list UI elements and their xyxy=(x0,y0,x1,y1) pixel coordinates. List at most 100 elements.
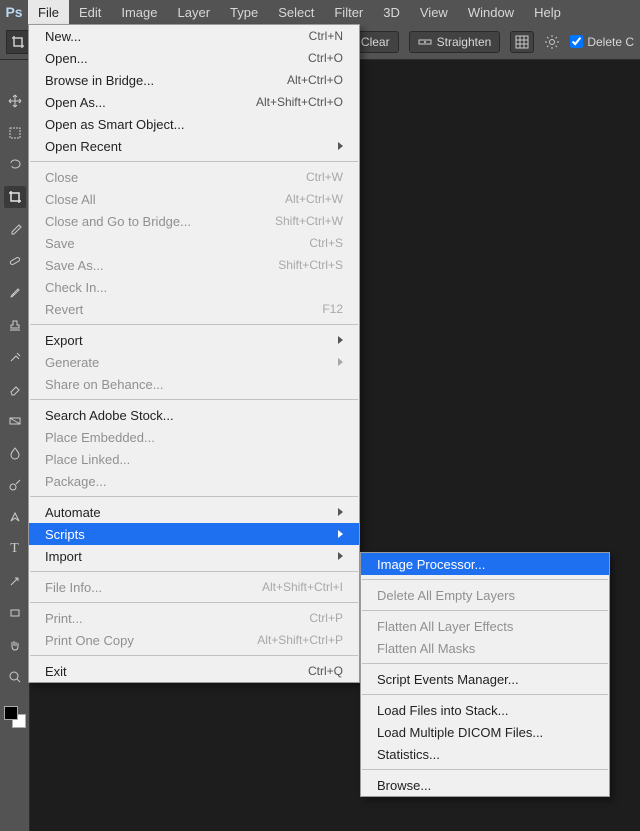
file-menu-item-new[interactable]: New...Ctrl+N xyxy=(29,25,359,47)
path-tool[interactable] xyxy=(4,570,26,592)
eyedropper-tool[interactable] xyxy=(4,218,26,240)
menubar-item-file[interactable]: File xyxy=(28,0,69,24)
menu-item-shortcut: Alt+Shift+Ctrl+P xyxy=(257,633,343,647)
marquee-tool[interactable] xyxy=(4,122,26,144)
menubar-item-image[interactable]: Image xyxy=(111,0,167,24)
menu-item-label: Check In... xyxy=(45,280,107,295)
file-menu-item-search-adobe-stock[interactable]: Search Adobe Stock... xyxy=(29,404,359,426)
menu-item-label: Flatten All Layer Effects xyxy=(377,619,513,634)
eraser-tool[interactable] xyxy=(4,378,26,400)
scripts-menu-item-load-multiple-dicom-files[interactable]: Load Multiple DICOM Files... xyxy=(361,721,609,743)
file-menu-item-open-as-smart-object[interactable]: Open as Smart Object... xyxy=(29,113,359,135)
menu-item-label: Flatten All Masks xyxy=(377,641,475,656)
submenu-arrow-icon xyxy=(338,508,343,516)
file-menu-item-exit[interactable]: Exit Ctrl+Q xyxy=(29,660,359,682)
file-menu-item-import[interactable]: Import xyxy=(29,545,359,567)
lasso-tool[interactable] xyxy=(4,154,26,176)
menu-separator xyxy=(30,324,358,325)
file-menu-item-open-recent[interactable]: Open Recent xyxy=(29,135,359,157)
crop-tool[interactable] xyxy=(4,186,26,208)
menu-item-label: Load Multiple DICOM Files... xyxy=(377,725,543,740)
menubar-item-window[interactable]: Window xyxy=(458,0,524,24)
scripts-menu-item-image-processor[interactable]: Image Processor... xyxy=(361,553,609,575)
file-menu-item-browse-in-bridge[interactable]: Browse in Bridge...Alt+Ctrl+O xyxy=(29,69,359,91)
file-menu-item-file-info: File Info...Alt+Shift+Ctrl+I xyxy=(29,576,359,598)
menu-item-label: Image Processor... xyxy=(377,557,485,572)
menubar-item-type[interactable]: Type xyxy=(220,0,268,24)
delete-checkbox[interactable]: Delete C xyxy=(570,35,634,49)
menu-separator xyxy=(30,161,358,162)
menubar-item-select[interactable]: Select xyxy=(268,0,324,24)
menubar: Ps FileEditImageLayerTypeSelectFilter3DV… xyxy=(0,0,640,24)
scripts-menu-item-browse[interactable]: Browse... xyxy=(361,774,609,796)
rect-icon xyxy=(8,606,22,620)
scripts-menu-item-load-files-into-stack[interactable]: Load Files into Stack... xyxy=(361,699,609,721)
menu-item-shortcut: Alt+Shift+Ctrl+O xyxy=(256,95,343,109)
brush-tool[interactable] xyxy=(4,282,26,304)
file-menu-item-open-as[interactable]: Open As...Alt+Shift+Ctrl+O xyxy=(29,91,359,113)
stamp-tool[interactable] xyxy=(4,314,26,336)
menu-separator xyxy=(30,571,358,572)
menu-item-label: Place Embedded... xyxy=(45,430,155,445)
dodge-icon xyxy=(8,478,22,492)
grid-toggle[interactable] xyxy=(510,31,534,53)
gradient-tool[interactable] xyxy=(4,410,26,432)
submenu-arrow-icon xyxy=(338,142,343,150)
submenu-arrow-icon xyxy=(338,358,343,366)
menu-item-label: Scripts xyxy=(45,527,85,542)
delete-check-input[interactable] xyxy=(570,35,583,48)
menubar-item-filter[interactable]: Filter xyxy=(324,0,373,24)
delete-label: Delete C xyxy=(587,35,634,49)
menubar-item-layer[interactable]: Layer xyxy=(168,0,221,24)
menubar-item-view[interactable]: View xyxy=(410,0,458,24)
shape-tool[interactable] xyxy=(4,602,26,624)
menu-item-label: Package... xyxy=(45,474,106,489)
scripts-menu-item-flatten-all-masks: Flatten All Masks xyxy=(361,637,609,659)
file-menu-item-place-embedded: Place Embedded... xyxy=(29,426,359,448)
menu-item-label: Exit xyxy=(45,664,67,679)
submenu-arrow-icon xyxy=(338,552,343,560)
file-menu-item-scripts[interactable]: Scripts xyxy=(29,523,359,545)
menu-item-label: Close and Go to Bridge... xyxy=(45,214,191,229)
type-icon: T xyxy=(10,541,19,557)
scripts-submenu: Image Processor...Delete All Empty Layer… xyxy=(360,552,610,797)
menubar-item-edit[interactable]: Edit xyxy=(69,0,111,24)
menubar-item-3d[interactable]: 3D xyxy=(373,0,410,24)
foreground-swatch[interactable] xyxy=(4,706,18,720)
menu-item-label: Save xyxy=(45,236,75,251)
pen-tool[interactable] xyxy=(4,506,26,528)
menu-item-shortcut: Ctrl+P xyxy=(309,611,343,625)
history-brush-tool[interactable] xyxy=(4,346,26,368)
hand-tool[interactable] xyxy=(4,634,26,656)
active-tool-thumb[interactable] xyxy=(6,30,30,54)
zoom-tool[interactable] xyxy=(4,666,26,688)
menu-item-label: Browse... xyxy=(377,778,431,793)
lasso-icon xyxy=(8,158,22,172)
options-gear[interactable] xyxy=(544,34,560,50)
submenu-arrow-icon xyxy=(338,530,343,538)
menubar-item-help[interactable]: Help xyxy=(524,0,571,24)
file-menu-item-open[interactable]: Open...Ctrl+O xyxy=(29,47,359,69)
file-menu-item-close-all: Close AllAlt+Ctrl+W xyxy=(29,188,359,210)
heal-tool[interactable] xyxy=(4,250,26,272)
menu-item-label: Automate xyxy=(45,505,101,520)
file-menu-item-export[interactable]: Export xyxy=(29,329,359,351)
file-menu-item-check-in: Check In... xyxy=(29,276,359,298)
menu-item-shortcut: Ctrl+O xyxy=(308,51,343,65)
blur-tool[interactable] xyxy=(4,442,26,464)
menu-item-shortcut: Ctrl+Q xyxy=(308,664,343,678)
scripts-menu-item-statistics[interactable]: Statistics... xyxy=(361,743,609,765)
hand-icon xyxy=(8,638,22,652)
menu-separator xyxy=(30,655,358,656)
color-swatch[interactable] xyxy=(4,706,26,728)
eraser-icon xyxy=(8,382,22,396)
menu-item-shortcut: Shift+Ctrl+W xyxy=(275,214,343,228)
move-tool[interactable] xyxy=(4,90,26,112)
pen-icon xyxy=(8,510,22,524)
menu-item-label: Save As... xyxy=(45,258,104,273)
file-menu-item-automate[interactable]: Automate xyxy=(29,501,359,523)
scripts-menu-item-script-events-manager[interactable]: Script Events Manager... xyxy=(361,668,609,690)
dodge-tool[interactable] xyxy=(4,474,26,496)
type-tool[interactable]: T xyxy=(4,538,26,560)
straighten-button[interactable]: Straighten xyxy=(409,31,501,53)
